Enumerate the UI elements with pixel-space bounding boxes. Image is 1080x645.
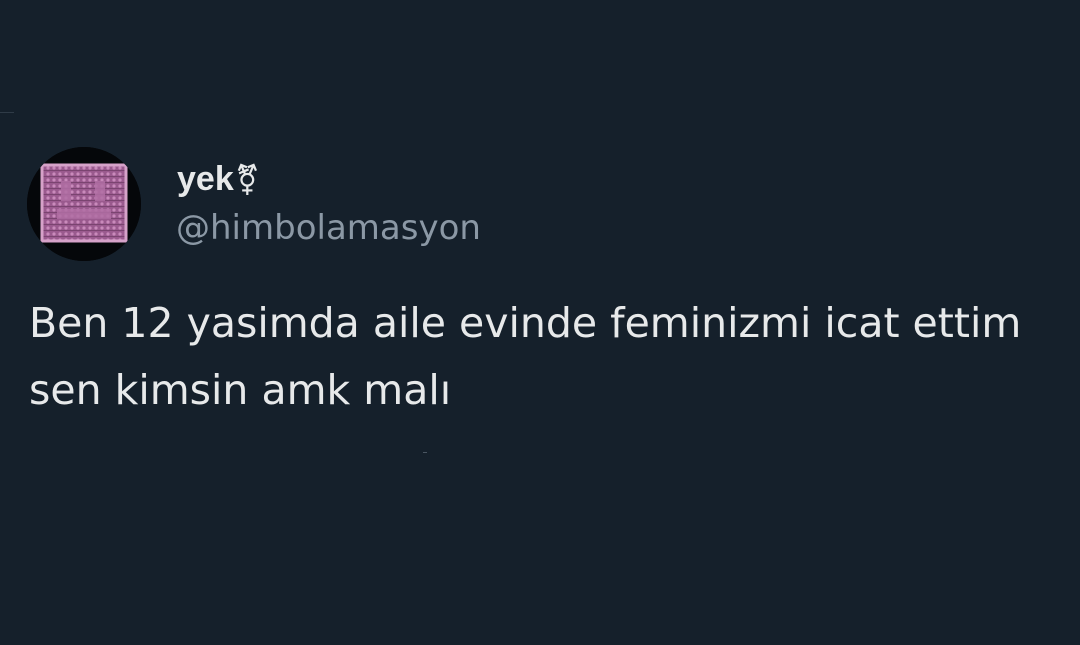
author-display-name[interactable]: yek⚧	[177, 158, 260, 200]
tweet-text: Ben 12 yasimda aile evinde feminizmi ica…	[29, 299, 1022, 414]
tweet-screenshot: yek⚧ @himbolamasyon Ben 12 yasimda aile …	[0, 0, 1080, 645]
dot-mark	[423, 452, 427, 453]
avatar[interactable]	[27, 147, 141, 261]
divider	[0, 112, 14, 113]
knitted-square-avatar-icon	[27, 147, 141, 261]
display-name-text: yek	[177, 160, 234, 198]
transgender-symbol-icon: ⚧	[234, 163, 260, 198]
author-handle[interactable]: @himbolamasyon	[176, 207, 481, 249]
